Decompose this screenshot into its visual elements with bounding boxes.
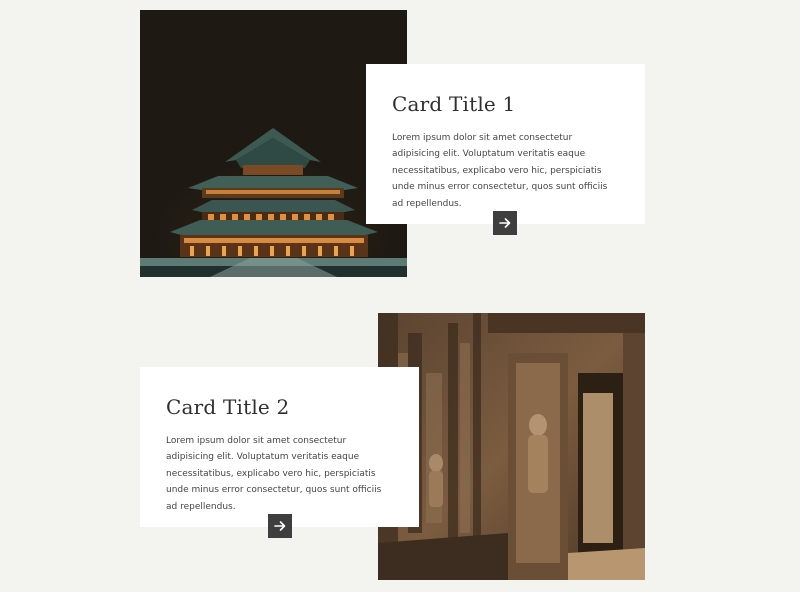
card-2-text: Lorem ipsum dolor sit amet consectetur a…	[166, 436, 382, 512]
card-2-title: Card Title 2	[166, 395, 290, 419]
card-2-arrow-button[interactable]	[268, 514, 292, 538]
card-2: Card Title 2 Lorem ipsum dolor sit amet …	[140, 367, 419, 527]
arrow-right-icon	[274, 521, 286, 531]
card-1-text: Lorem ipsum dolor sit amet consectetur a…	[392, 133, 608, 209]
card-1: Card Title 1 Lorem ipsum dolor sit amet …	[366, 64, 645, 224]
arrow-right-icon	[499, 218, 511, 228]
card-1-arrow-button[interactable]	[493, 211, 517, 235]
card-1-title: Card Title 1	[392, 92, 516, 116]
